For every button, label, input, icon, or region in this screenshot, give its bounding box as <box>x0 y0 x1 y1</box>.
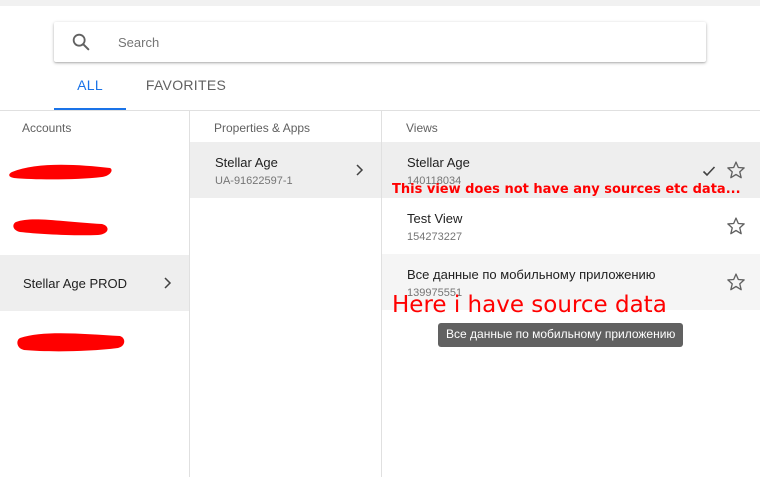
chevron-right-icon <box>164 277 172 289</box>
chevron-right-icon <box>356 164 364 176</box>
view-name-tooltip: Все данные по мобильному приложению <box>438 323 684 347</box>
annotation-note-no-data: This view does not have any sources etc … <box>392 182 741 197</box>
account-item-stellar-age-prod[interactable]: Stellar Age PROD <box>0 255 189 311</box>
annotation-note-source-data: Here i have source data <box>392 292 667 318</box>
property-title: Stellar Age <box>215 155 278 170</box>
view-item-test-view[interactable]: Test View 154273227 <box>382 198 760 254</box>
view-id: 154273227 <box>407 231 463 243</box>
account-item[interactable] <box>0 312 189 368</box>
property-item-stellar-age[interactable]: Stellar Age UA-91622597-1 <box>190 142 381 198</box>
tab-all[interactable]: ALL <box>54 70 126 110</box>
properties-column: Properties & Apps Stellar Age UA-9162259… <box>190 111 382 477</box>
tab-all-label: ALL <box>77 77 103 93</box>
checkmark-icon <box>702 166 716 177</box>
redaction-scribble <box>13 219 108 236</box>
star-outline-icon[interactable] <box>726 216 746 236</box>
view-title: Stellar Age <box>407 155 470 170</box>
redaction-scribble <box>9 164 112 180</box>
account-label: Stellar Age PROD <box>23 276 128 291</box>
star-outline-icon[interactable] <box>726 160 746 180</box>
search-icon <box>72 33 90 51</box>
views-header: Views <box>406 121 438 135</box>
view-title: Все данные по мобильному приложению <box>407 267 656 282</box>
accounts-column: Accounts Stellar Age PROD <box>0 111 190 477</box>
search-input[interactable] <box>118 22 678 62</box>
top-strip <box>0 0 760 6</box>
properties-header: Properties & Apps <box>214 121 311 135</box>
account-item[interactable] <box>0 142 189 198</box>
accounts-header: Accounts <box>22 121 72 135</box>
view-title: Test View <box>407 211 463 226</box>
tab-favorites-label: FAVORITES <box>145 77 227 93</box>
search-box[interactable] <box>54 22 706 62</box>
star-outline-icon[interactable] <box>726 272 746 292</box>
property-id: UA-91622597-1 <box>215 175 293 187</box>
account-item[interactable] <box>0 198 189 254</box>
redaction-scribble <box>17 333 125 352</box>
tab-favorites[interactable]: FAVORITES <box>134 70 238 110</box>
